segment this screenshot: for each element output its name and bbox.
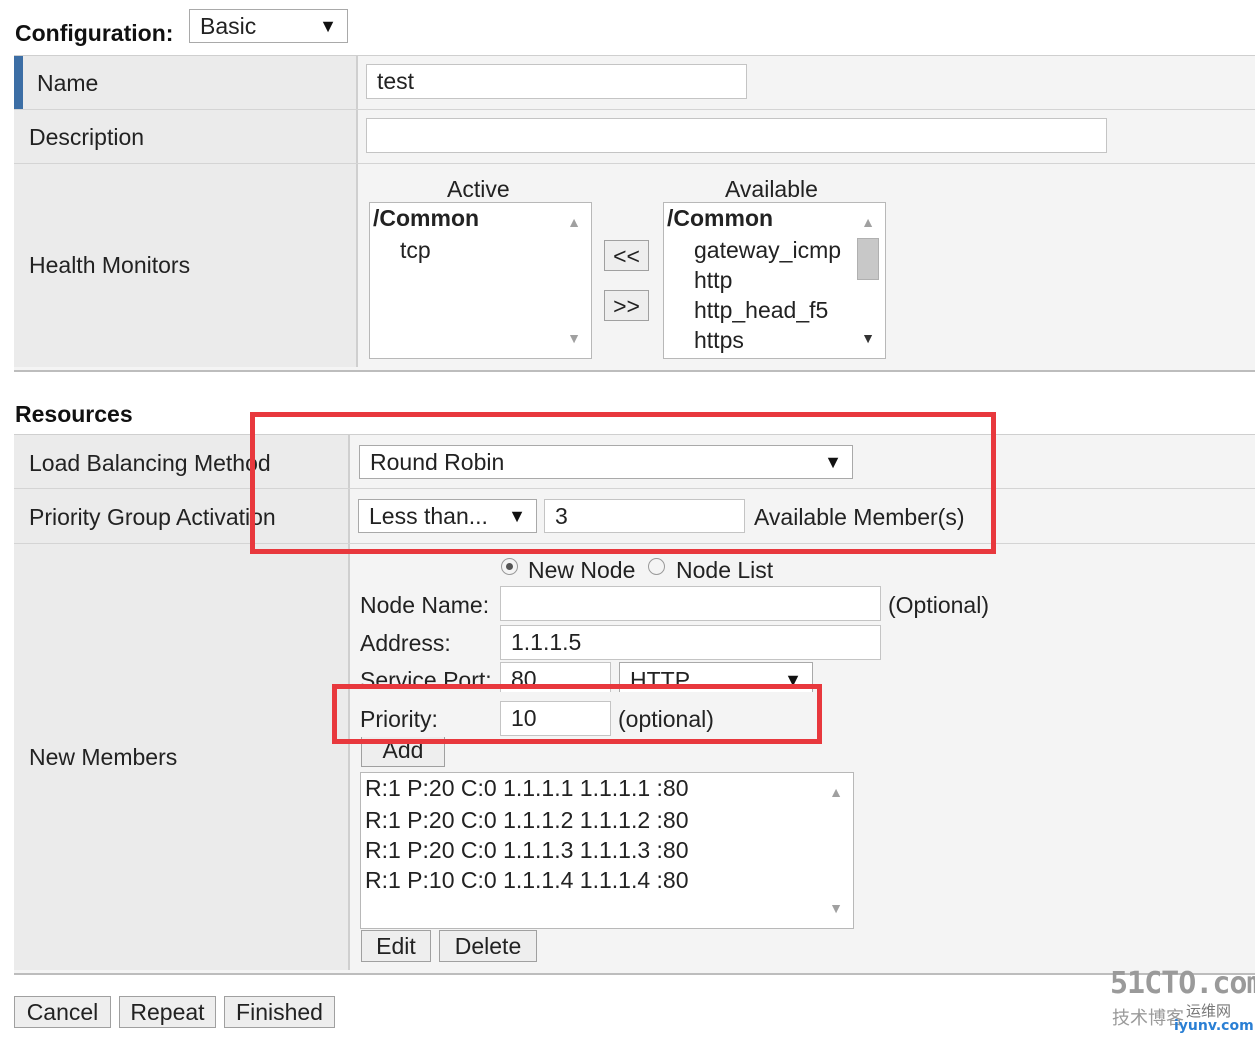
new-node-radio-label[interactable]: New Node [528, 557, 635, 584]
scroll-up-icon[interactable]: ▲ [829, 784, 843, 800]
row-divider [14, 163, 1255, 164]
scroll-down-icon[interactable]: ▼ [567, 330, 581, 346]
watermark-logo: 51CTO.com 技术博客 运维网 iyunv.com [1110, 966, 1255, 1038]
service-port-value: HTTP [630, 666, 691, 693]
active-header: Active [447, 176, 510, 202]
general-column-divider [356, 56, 358, 367]
active-group-label: /Common [373, 205, 480, 231]
lb-method-select[interactable]: Round Robin ▼ [359, 445, 853, 479]
name-input[interactable] [366, 64, 747, 99]
priority-optional: (optional) [618, 706, 714, 732]
service-port-label: Service Port: [360, 667, 492, 692]
priority-input[interactable] [500, 701, 611, 736]
watermark-line4: iyunv.com [1174, 1018, 1254, 1034]
cancel-button[interactable]: Cancel [14, 996, 111, 1028]
lb-method-value: Round Robin [370, 449, 505, 475]
resources-title: Resources [15, 401, 133, 427]
scrollbar-thumb[interactable] [857, 238, 879, 280]
node-list-radio-label[interactable]: Node List [676, 557, 773, 584]
scroll-up-icon[interactable]: ▲ [861, 214, 875, 230]
node-list-radio[interactable] [648, 558, 665, 575]
chevron-down-icon: ▼ [784, 669, 802, 690]
chevron-down-icon: ▼ [824, 452, 842, 472]
active-monitors-list[interactable]: /Common tcp ▲ ▼ [369, 202, 592, 359]
new-members-label: New Members [29, 744, 178, 770]
address-label: Address: [360, 630, 451, 656]
pga-label: Priority Group Activation [29, 504, 276, 530]
required-accent-bar [14, 56, 23, 109]
move-to-available-button[interactable]: >> [604, 290, 649, 321]
scroll-down-icon[interactable]: ▼ [861, 330, 875, 346]
finished-button[interactable]: Finished [224, 996, 335, 1028]
node-name-input[interactable] [500, 586, 881, 621]
service-port-select[interactable]: HTTP ▼ [619, 662, 813, 692]
row-divider [14, 488, 1255, 489]
row-divider [14, 543, 1255, 544]
add-button-clip: Add [355, 737, 455, 769]
service-port-input[interactable] [500, 662, 611, 692]
node-name-label: Node Name: [360, 592, 490, 618]
move-to-active-button[interactable]: << [604, 240, 649, 271]
configuration-select[interactable]: Basic ▼ [189, 9, 348, 43]
pga-count-input[interactable] [544, 499, 745, 533]
member-list-item[interactable]: R:1 P:20 C:0 1.1.1.1 1.1.1.1 :80 [365, 775, 689, 802]
scroll-up-icon[interactable]: ▲ [567, 214, 581, 230]
description-input[interactable] [366, 118, 1107, 153]
description-label: Description [29, 124, 145, 150]
available-monitor-item[interactable]: http_head_f5 [694, 297, 828, 324]
add-member-button[interactable]: Add [361, 737, 445, 767]
name-label: Name [37, 70, 99, 96]
edit-member-button[interactable]: Edit [361, 930, 431, 962]
general-label-column [14, 56, 357, 367]
new-node-radio[interactable] [501, 558, 518, 575]
pga-select-value: Less than... [369, 503, 488, 529]
address-input[interactable] [500, 625, 881, 660]
members-list[interactable]: R:1 P:20 C:0 1.1.1.1 1.1.1.1 :80 R:1 P:2… [360, 772, 854, 929]
available-monitor-item[interactable]: http [694, 267, 732, 294]
resources-column-divider [348, 435, 350, 970]
member-list-item[interactable]: R:1 P:20 C:0 1.1.1.2 1.1.1.2 :80 [365, 807, 689, 834]
node-name-optional: (Optional) [888, 592, 989, 618]
active-monitor-item[interactable]: tcp [400, 237, 431, 264]
available-monitors-list[interactable]: /Common gateway_icmp http http_head_f5 h… [663, 202, 886, 359]
configuration-select-value: Basic [200, 13, 257, 39]
available-header: Available [725, 176, 818, 202]
watermark-line1: 51CTO.com [1110, 966, 1255, 1001]
delete-member-button[interactable]: Delete [439, 930, 537, 962]
priority-label: Priority: [360, 706, 438, 732]
row-divider [14, 109, 1255, 110]
member-list-item[interactable]: R:1 P:20 C:0 1.1.1.3 1.1.1.3 :80 [365, 837, 689, 864]
configuration-label: Configuration: [15, 20, 174, 46]
chevron-down-icon: ▼ [319, 16, 337, 36]
scroll-down-icon[interactable]: ▼ [829, 900, 843, 916]
available-monitor-item[interactable]: gateway_icmp [694, 237, 841, 264]
available-monitor-item[interactable]: https [694, 327, 744, 354]
pga-select[interactable]: Less than... ▼ [358, 499, 537, 533]
lb-method-label: Load Balancing Method [29, 450, 271, 476]
member-list-item[interactable]: R:1 P:10 C:0 1.1.1.4 1.1.1.4 :80 [365, 867, 689, 894]
repeat-button[interactable]: Repeat [119, 996, 216, 1028]
health-monitors-label: Health Monitors [29, 252, 191, 278]
service-port-row: Service Port: HTTP ▼ [355, 662, 820, 692]
available-group-label: /Common [667, 205, 774, 231]
pga-suffix: Available Member(s) [754, 504, 965, 530]
chevron-down-icon: ▼ [508, 506, 526, 526]
